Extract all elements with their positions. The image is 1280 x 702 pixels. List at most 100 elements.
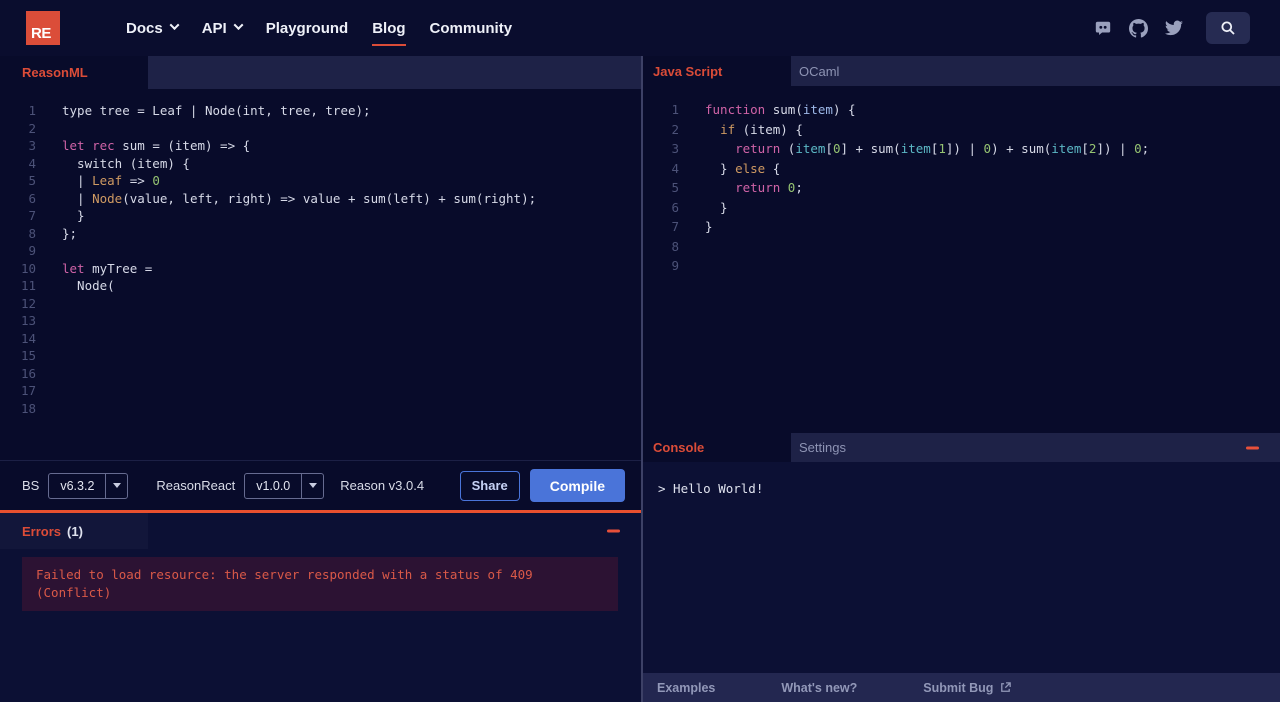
line-number: 14 bbox=[20, 330, 36, 346]
dropdown-arrow-icon bbox=[105, 473, 127, 498]
line-number: 7 bbox=[671, 219, 679, 234]
collapse-console-icon[interactable] bbox=[1246, 446, 1259, 449]
line-number: 18 bbox=[20, 400, 36, 416]
code-text: let rec sum = (item) => { bbox=[62, 138, 251, 153]
code-line: 2 bbox=[0, 120, 641, 138]
tab-console[interactable]: Console bbox=[643, 433, 791, 462]
line-number: 4 bbox=[671, 160, 679, 176]
reasonreact-version-value: v1.0.0 bbox=[256, 478, 291, 493]
bs-version-select[interactable]: v6.3.2 bbox=[48, 472, 129, 499]
line-number: 9 bbox=[671, 258, 679, 273]
line-number: 3 bbox=[28, 138, 36, 153]
whats-new-link-label: What's new? bbox=[781, 680, 858, 695]
code-line: 9 bbox=[0, 242, 641, 260]
errors-panel: Errors (1) Failed to load resource: the … bbox=[0, 510, 641, 702]
left-toolbar: BS v6.3.2 ReasonReact v1.0.0 Reason v3.0… bbox=[0, 460, 641, 510]
nav-item-docs-label: Docs bbox=[126, 19, 163, 37]
code-line: 3 let rec sum = (item) => { bbox=[0, 137, 641, 155]
code-text: return 0; bbox=[735, 180, 803, 195]
errors-count-badge: (1) bbox=[67, 523, 83, 539]
code-text: | Node(value, left, right) => value + su… bbox=[62, 190, 537, 206]
nav-item-community[interactable]: Community bbox=[430, 20, 513, 37]
nav-item-blog-label: Blog bbox=[372, 19, 406, 37]
code-text: } bbox=[705, 199, 728, 215]
submit-bug-link[interactable]: Submit Bug bbox=[923, 681, 1012, 695]
line-number: 2 bbox=[671, 121, 679, 137]
line-number: 6 bbox=[671, 199, 679, 215]
github-icon[interactable] bbox=[1129, 18, 1148, 38]
tab-javascript[interactable]: Java Script bbox=[643, 56, 791, 86]
code-text: }; bbox=[62, 225, 78, 241]
javascript-code-editor[interactable]: 1 function sum(item) { 2 if (item) { 3 retu… bbox=[643, 86, 1280, 433]
navbar: RE Docs API Playground Blog Community bbox=[0, 0, 1280, 56]
compile-button[interactable]: Compile bbox=[529, 469, 625, 502]
line-number: 1 bbox=[671, 102, 679, 117]
code-line: 7 } bbox=[0, 207, 641, 225]
code-text: switch (item) { bbox=[62, 155, 190, 171]
code-text: if (item) { bbox=[720, 121, 803, 137]
code-line: 17 bbox=[0, 382, 641, 400]
examples-link-label: Examples bbox=[657, 680, 716, 695]
code-line: 13 bbox=[0, 312, 641, 330]
code-line: 1 function sum(item) { bbox=[643, 100, 1280, 120]
nav-item-api-label: API bbox=[201, 19, 227, 37]
nav-item-playground-label: Playground bbox=[265, 19, 349, 37]
share-button[interactable]: Share bbox=[459, 470, 520, 501]
code-line: 5 | Leaf => 0 bbox=[0, 172, 641, 190]
line-number: 11 bbox=[20, 278, 36, 293]
left-pane: ReasonML 1 type tree = Leaf | Node(int, t… bbox=[0, 56, 641, 702]
collapse-errors-icon[interactable] bbox=[607, 529, 620, 533]
line-number: 15 bbox=[20, 348, 36, 363]
tab-errors[interactable]: Errors (1) bbox=[0, 513, 148, 549]
line-number: 9 bbox=[28, 243, 36, 258]
console-output: > Hello World! bbox=[643, 462, 1280, 673]
search-icon bbox=[1221, 21, 1235, 35]
tab-ocaml[interactable]: OCaml bbox=[791, 56, 939, 86]
line-number: 2 bbox=[28, 120, 36, 136]
line-number: 4 bbox=[28, 155, 36, 171]
line-number: 8 bbox=[28, 225, 36, 241]
line-number: 6 bbox=[28, 190, 36, 206]
nav-item-docs[interactable]: Docs bbox=[126, 19, 180, 37]
chevron-down-icon bbox=[169, 19, 180, 30]
bs-version-value: v6.3.2 bbox=[60, 478, 95, 493]
nav-item-blog[interactable]: Blog bbox=[372, 19, 406, 46]
reasonreact-version-select[interactable]: v1.0.0 bbox=[244, 472, 325, 499]
nav-item-api[interactable]: API bbox=[201, 19, 244, 37]
line-number: 5 bbox=[28, 173, 36, 188]
code-line: 4 } else { bbox=[643, 159, 1280, 179]
code-line: 3 return (item[0] + sum(item[1]) | 0) + … bbox=[643, 139, 1280, 159]
errors-header: Errors (1) bbox=[0, 513, 641, 549]
line-number: 16 bbox=[20, 365, 36, 381]
examples-link[interactable]: Examples bbox=[657, 681, 715, 695]
code-text: } bbox=[62, 208, 85, 223]
code-text: } bbox=[705, 219, 713, 234]
twitter-icon[interactable] bbox=[1165, 19, 1183, 37]
code-text: function sum(item) { bbox=[705, 102, 856, 117]
whats-new-link[interactable]: What's new? bbox=[781, 681, 857, 695]
code-line: 8}; bbox=[0, 225, 641, 243]
nav-item-playground[interactable]: Playground bbox=[266, 20, 349, 37]
code-line: 7} bbox=[643, 217, 1280, 237]
code-line: 11 Node( bbox=[0, 277, 641, 295]
tab-settings[interactable]: Settings bbox=[791, 433, 939, 462]
external-link-icon bbox=[1001, 682, 1012, 692]
reason-code-editor[interactable]: 1 type tree = Leaf | Node(int, tree, tree… bbox=[0, 89, 641, 460]
main-nav: Docs API Playground Blog Community bbox=[126, 19, 513, 46]
tab-reasonml[interactable]: ReasonML bbox=[0, 56, 148, 89]
code-line: 14 bbox=[0, 330, 641, 348]
code-text: } else { bbox=[705, 160, 781, 176]
errors-title: Errors bbox=[22, 523, 62, 539]
search-button[interactable] bbox=[1206, 12, 1250, 44]
main-split: ReasonML 1 type tree = Leaf | Node(int, t… bbox=[0, 56, 1280, 702]
error-message: Failed to load resource: the server resp… bbox=[22, 557, 618, 611]
reasonml-logo[interactable]: RE bbox=[26, 11, 60, 45]
discord-icon[interactable] bbox=[1094, 19, 1112, 37]
code-line: 4 switch (item) { bbox=[0, 155, 641, 173]
reasonreact-label: ReasonReact bbox=[156, 478, 236, 493]
